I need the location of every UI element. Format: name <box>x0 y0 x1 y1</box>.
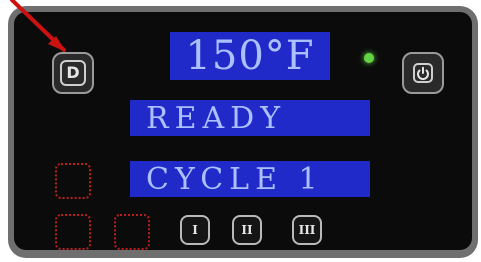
roman-two-label: II <box>241 223 253 237</box>
roman-one-label: I <box>192 223 198 237</box>
power-button[interactable] <box>402 52 444 94</box>
cycle-1-button[interactable]: I <box>180 215 210 245</box>
cycle-3-button[interactable]: III <box>292 215 322 245</box>
cycle-display: CYCLE 1 <box>130 161 370 197</box>
cycle-2-button[interactable]: II <box>232 215 262 245</box>
status-display: READY <box>130 100 370 136</box>
dotted-placeholder-lower-middle <box>114 214 150 250</box>
red-arrow-annotation <box>10 0 66 52</box>
green-status-led <box>364 53 374 63</box>
temperature-display: 150°F <box>170 32 330 80</box>
dotted-placeholder-upper-left <box>55 163 91 199</box>
roman-three-label: III <box>298 223 316 237</box>
dotted-placeholder-lower-left <box>55 214 91 250</box>
power-icon <box>413 63 433 83</box>
